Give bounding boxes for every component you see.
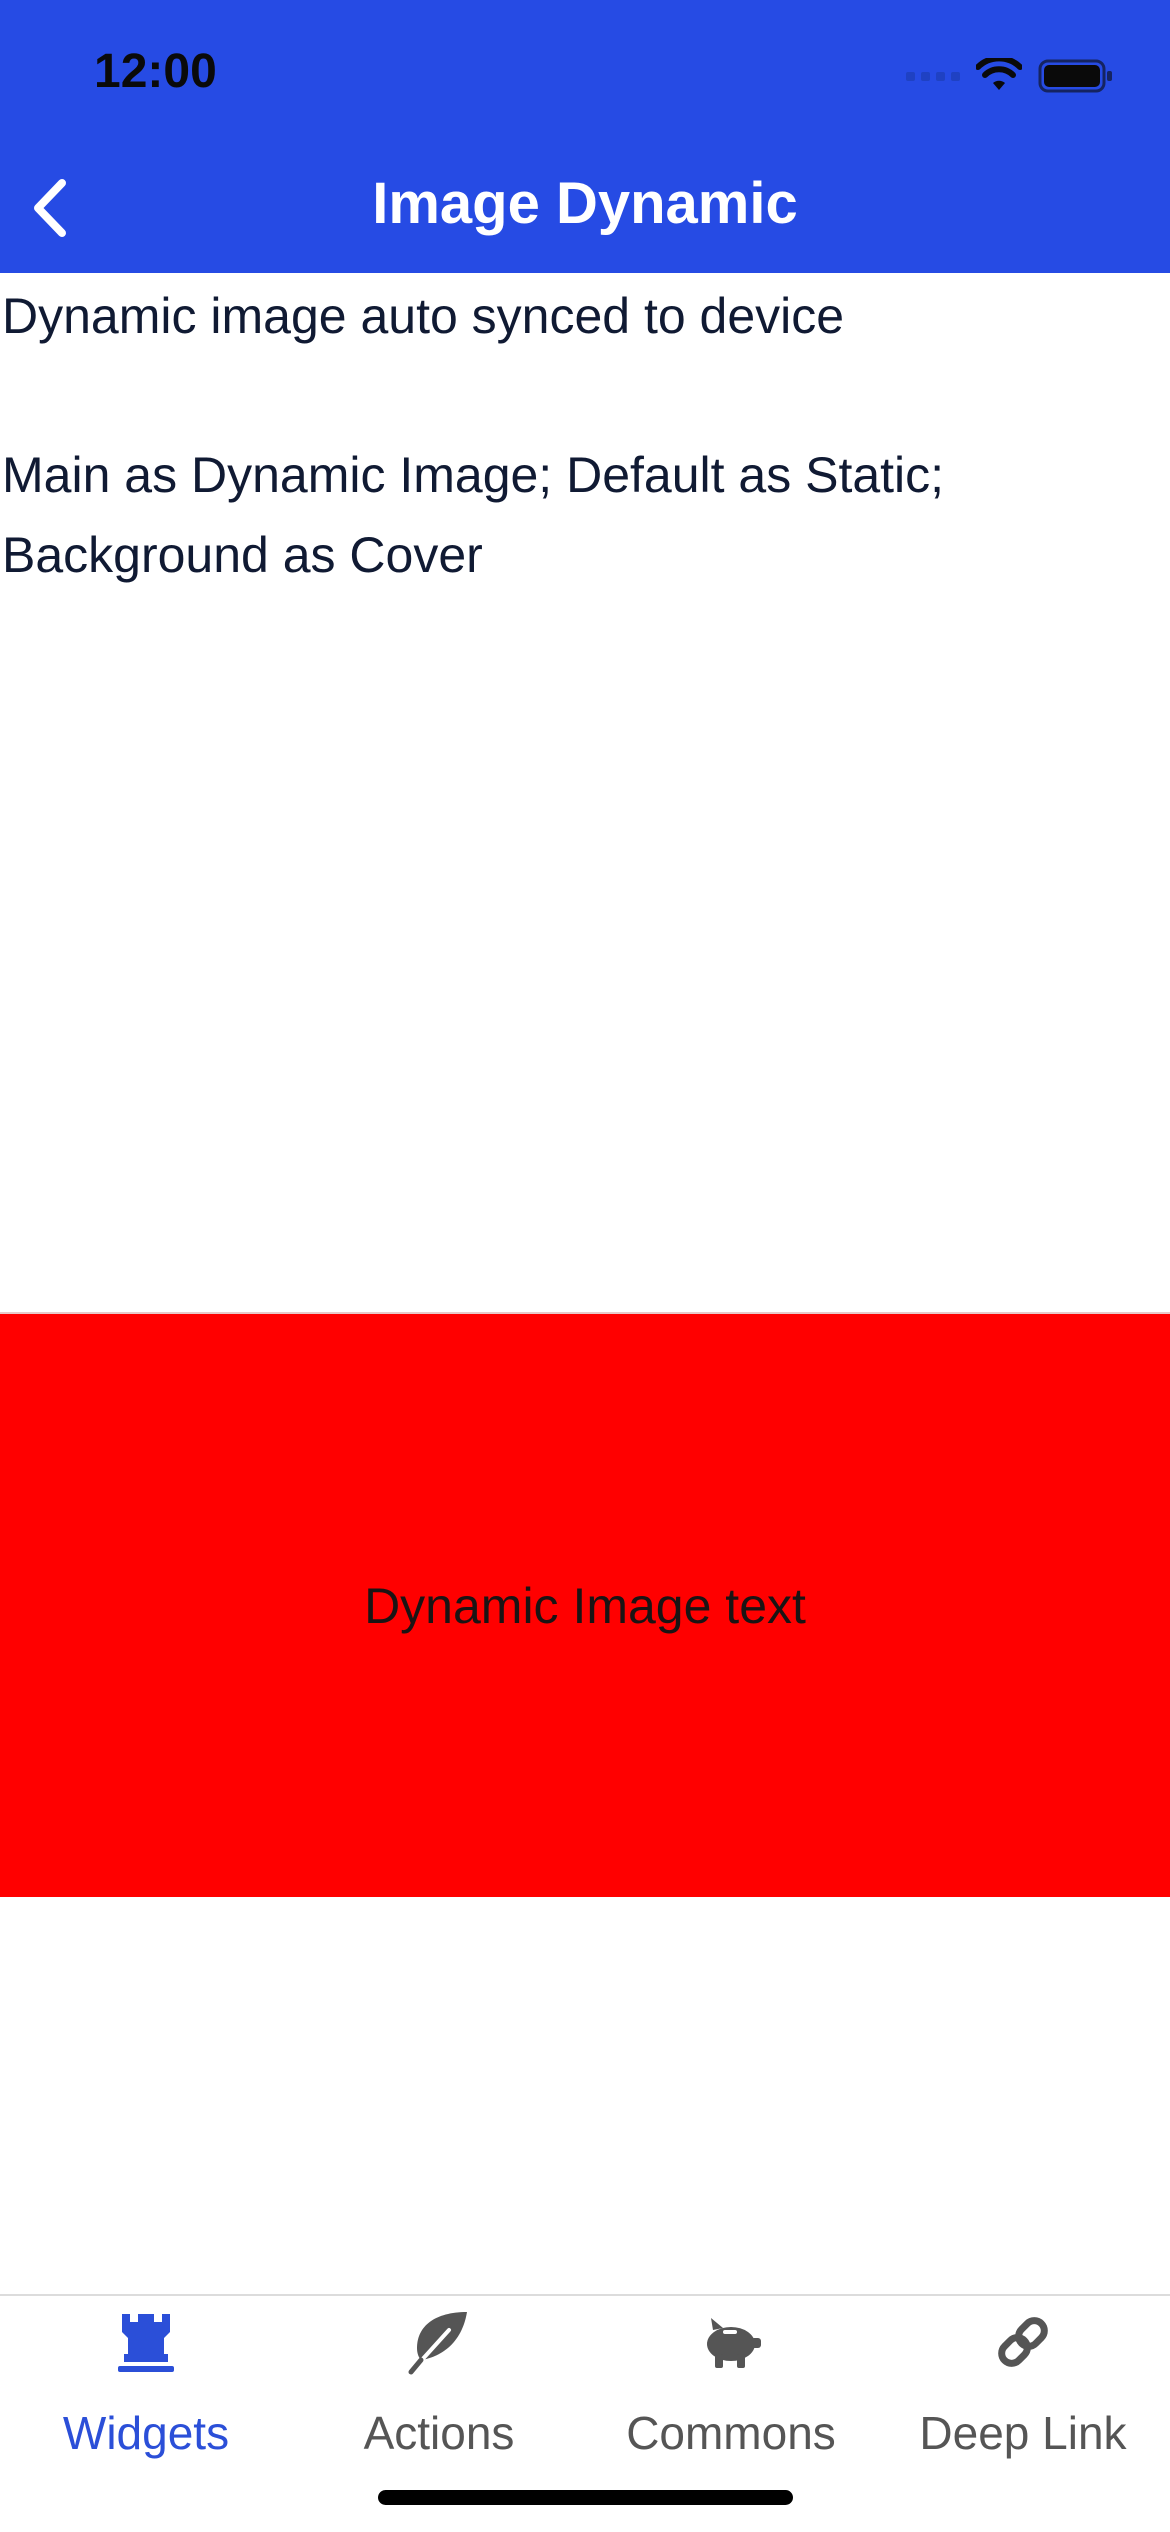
tab-actions-label: Actions (363, 2407, 515, 2459)
rook-icon (118, 2314, 174, 2372)
status-icons (906, 52, 1114, 100)
piggy-bank-icon (707, 2318, 761, 2368)
status-time: 12:00 (94, 45, 217, 98)
tab-commons[interactable]: Commons (585, 2296, 877, 2466)
dynamic-image-text: Dynamic Image text (364, 1577, 806, 1634)
header: 12:00 Image Dynamic (0, 0, 1170, 273)
link-icon (998, 2317, 1048, 2367)
tab-deep-link-label: Deep Link (919, 2407, 1127, 2459)
tab-widgets[interactable]: Widgets (0, 2296, 292, 2466)
cellular-signal-icon (906, 71, 960, 81)
tab-actions[interactable]: Actions (293, 2296, 585, 2466)
wifi-icon (976, 58, 1022, 90)
leaf-icon (408, 2312, 467, 2375)
screen: 12:00 Image Dynamic Dynamic image auto s… (0, 0, 1170, 2532)
battery-icon (1038, 59, 1112, 93)
tab-commons-label: Commons (626, 2407, 836, 2459)
page-title: Image Dynamic (372, 171, 798, 236)
description-line-2: Main as Dynamic Image; Default as Static… (2, 447, 945, 583)
dynamic-image: Dynamic Image text (0, 1312, 1170, 1897)
tab-widgets-label: Widgets (62, 2407, 230, 2459)
home-indicator[interactable] (378, 2490, 793, 2505)
tab-deep-link[interactable]: Deep Link (877, 2296, 1169, 2466)
description-line-1: Dynamic image auto synced to device (2, 288, 845, 344)
